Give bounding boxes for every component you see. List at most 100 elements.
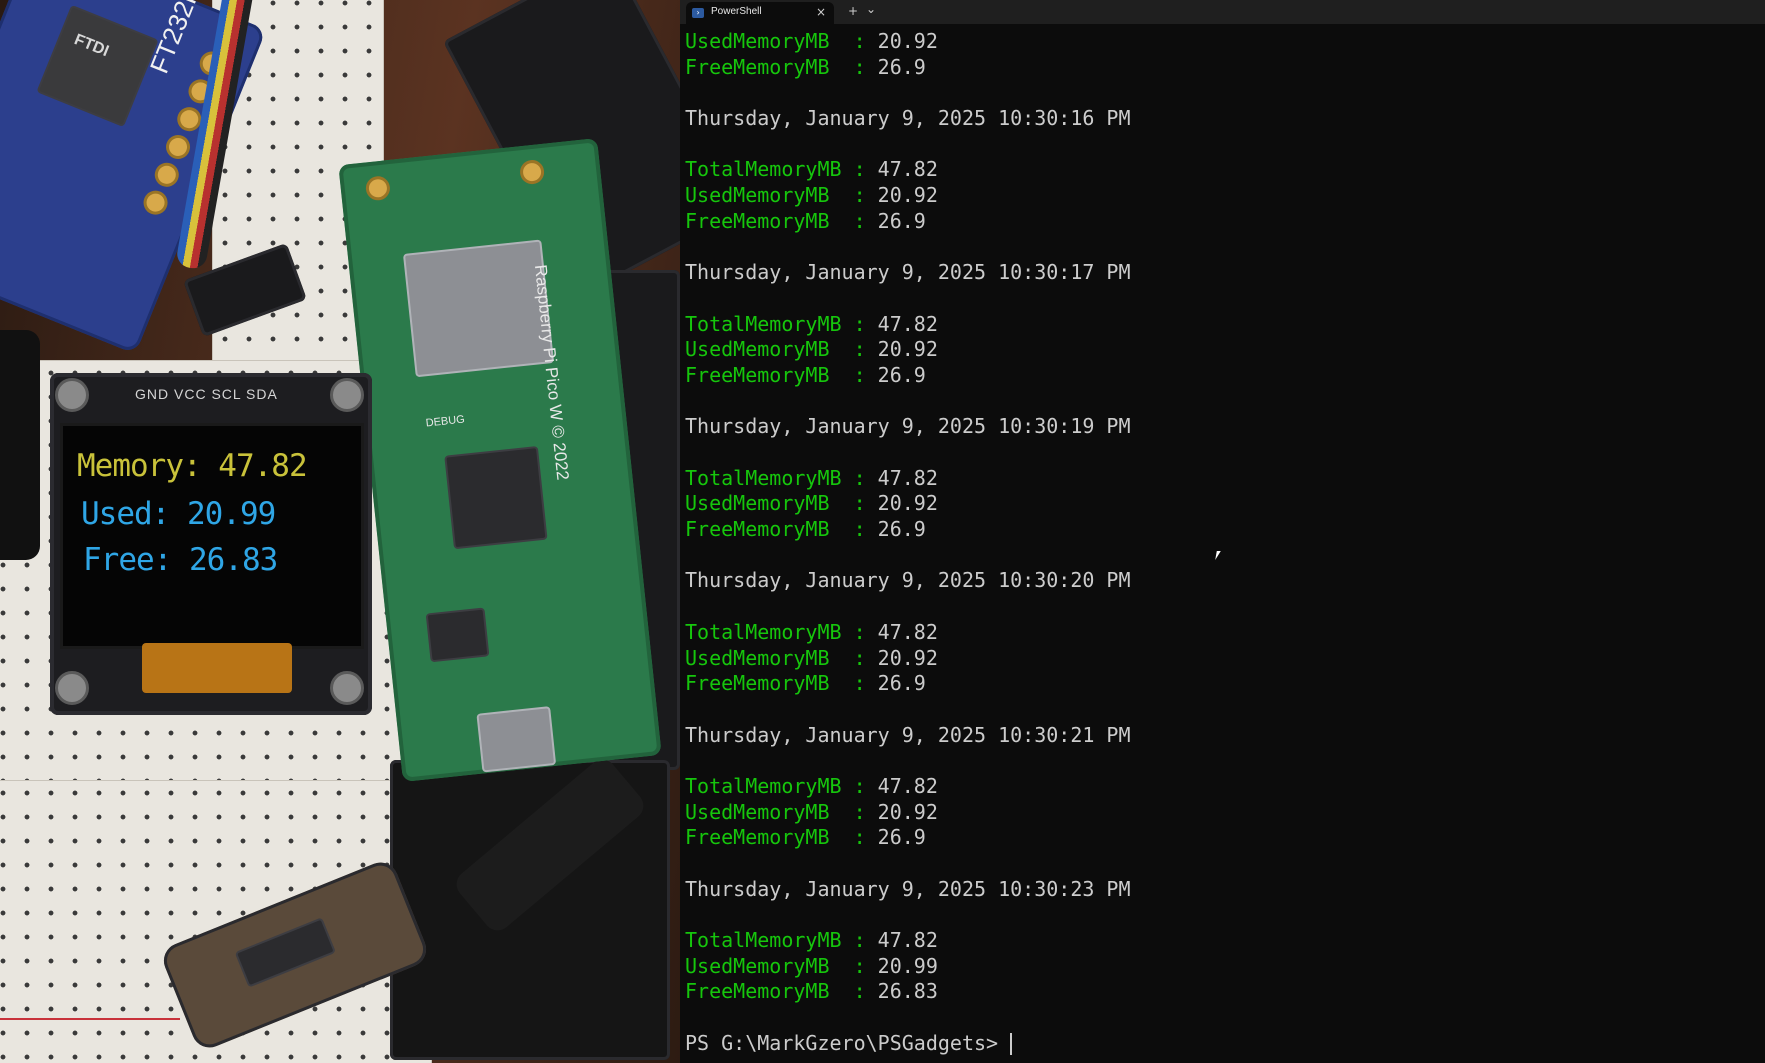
prompt-text: PS G:\MarkGzero\PSGadgets> — [685, 1030, 1011, 1055]
property-name: TotalMemoryMB : — [685, 157, 878, 182]
property-value: 26.9 — [877, 208, 926, 233]
property-name: UsedMemoryMB : — [685, 491, 878, 516]
property-value: 20.92 — [877, 491, 938, 516]
tab-powershell[interactable]: › PowerShell × — [686, 2, 834, 24]
property-value: 47.82 — [877, 157, 938, 182]
property-name: FreeMemoryMB : — [685, 54, 878, 79]
terminal-line-property: TotalMemoryMB : 47.82 — [685, 774, 1755, 800]
hardware-photo: FTDI FT232H DEBUG Raspberry Pi Pico W © … — [0, 0, 680, 1063]
terminal-line-timestamp: Thursday, January 9, 2025 10:30:23 PM — [685, 876, 1131, 901]
oled-flex-cable — [142, 643, 292, 693]
terminal-line-property: UsedMemoryMB : 20.92 — [685, 29, 1755, 55]
property-name: UsedMemoryMB : — [685, 799, 878, 824]
property-name: TotalMemoryMB : — [685, 619, 878, 644]
property-value: 20.92 — [877, 29, 938, 53]
oled-screen: Memory: 47.82 Used: 20.99 Free: 26.83 — [60, 423, 364, 649]
terminal-line-property: UsedMemoryMB : 20.92 — [685, 337, 1755, 363]
wifi-module-shield — [402, 239, 555, 378]
terminal-line-property: UsedMemoryMB : 20.92 — [685, 800, 1755, 826]
property-name: FreeMemoryMB : — [685, 362, 878, 387]
terminal-output[interactable]: UsedMemoryMB : 20.92 FreeMemoryMB : 26.9 T… — [685, 29, 1755, 1057]
terminal-line-timestamp: Thursday, January 9, 2025 10:30:20 PM — [685, 568, 1131, 593]
property-value: 47.82 — [877, 619, 938, 644]
property-value: 47.82 — [877, 465, 938, 490]
property-name: UsedMemoryMB : — [685, 183, 878, 208]
property-name: UsedMemoryMB : — [685, 29, 878, 53]
text-cursor — [1010, 1033, 1013, 1056]
terminal-line-timestamp: Thursday, January 9, 2025 10:30:16 PM — [685, 106, 1131, 131]
terminal-line-property: FreeMemoryMB : 26.9 — [685, 517, 1755, 543]
property-value: 20.92 — [877, 645, 938, 670]
property-value: 20.92 — [877, 799, 938, 824]
oled-mount-hole — [55, 671, 89, 705]
property-name: TotalMemoryMB : — [685, 773, 878, 798]
oled-mount-hole — [55, 378, 89, 412]
terminal-line-property: FreeMemoryMB : 26.83 — [685, 979, 1755, 1005]
terminal-line-property: UsedMemoryMB : 20.92 — [685, 491, 1755, 517]
new-tab-button[interactable]: + — [848, 4, 858, 18]
property-name: UsedMemoryMB : — [685, 953, 878, 978]
property-value: 20.92 — [877, 183, 938, 208]
property-value: 47.82 — [877, 928, 938, 953]
property-value: 20.99 — [877, 953, 938, 978]
property-value: 26.9 — [877, 362, 926, 387]
property-value: 20.92 — [877, 337, 938, 362]
property-name: TotalMemoryMB : — [685, 311, 878, 336]
breadboard-power-rail — [0, 1018, 180, 1020]
usb-cable — [0, 330, 40, 560]
terminal-line-property: FreeMemoryMB : 26.9 — [685, 671, 1755, 697]
terminal-line-property: TotalMemoryMB : 47.82 — [685, 157, 1755, 183]
property-value: 26.83 — [877, 979, 938, 1004]
close-icon[interactable]: × — [816, 5, 826, 19]
pico-debug-label: DEBUG — [425, 413, 466, 430]
terminal-line-property: FreeMemoryMB : 26.9 — [685, 209, 1755, 235]
property-name: UsedMemoryMB : — [685, 645, 878, 670]
tab-title: PowerShell — [711, 6, 762, 17]
terminal-line-property: TotalMemoryMB : 47.82 — [685, 312, 1755, 338]
terminal-line-property: FreeMemoryMB : 26.9 — [685, 825, 1755, 851]
property-name: FreeMemoryMB : — [685, 517, 878, 542]
property-value: 47.82 — [877, 773, 938, 798]
terminal-line-property: UsedMemoryMB : 20.99 — [685, 954, 1755, 980]
adapter-chip — [234, 917, 337, 988]
oled-display-module: GND VCC SCL SDA Memory: 47.82 Used: 20.9… — [50, 373, 372, 715]
chevron-down-icon[interactable]: ⌄ — [866, 2, 876, 16]
ftdi-chip: FTDI — [36, 4, 159, 128]
powershell-terminal-window[interactable]: › PowerShell × + ⌄ UsedMemoryMB : 20.92 F… — [680, 0, 1765, 1063]
property-name: UsedMemoryMB : — [685, 337, 878, 362]
property-value: 26.9 — [877, 517, 926, 542]
ftdi-pin — [139, 187, 172, 219]
powershell-icon: › — [692, 8, 704, 18]
oled-pin-header-label: GND VCC SCL SDA — [135, 386, 278, 402]
terminal-line-timestamp: Thursday, January 9, 2025 10:30:19 PM — [685, 414, 1131, 439]
oled-used-line: Used: 20.99 — [81, 496, 276, 532]
ftdi-chip-label: FTDI — [71, 31, 112, 61]
terminal-tab-bar: › PowerShell × + ⌄ — [680, 0, 1765, 24]
rp2040-chip — [444, 445, 548, 550]
terminal-line-property: TotalMemoryMB : 47.82 — [685, 620, 1755, 646]
terminal-line-property: FreeMemoryMB : 26.9 — [685, 55, 1755, 81]
terminal-prompt[interactable]: PS G:\MarkGzero\PSGadgets> — [685, 1031, 1755, 1057]
oled-mount-hole — [330, 378, 364, 412]
mounting-hole — [518, 158, 546, 186]
mounting-hole — [364, 175, 392, 202]
terminal-line-property: TotalMemoryMB : 47.82 — [685, 928, 1755, 954]
property-name: TotalMemoryMB : — [685, 465, 878, 490]
ftdi-pin — [151, 159, 183, 191]
terminal-line-timestamp: Thursday, January 9, 2025 10:30:21 PM — [685, 722, 1131, 747]
ftdi-pin — [162, 131, 194, 163]
oled-mount-hole — [330, 671, 364, 705]
property-value: 26.9 — [877, 54, 926, 79]
terminal-line-property: UsedMemoryMB : 20.92 — [685, 183, 1755, 209]
property-name: FreeMemoryMB : — [685, 979, 878, 1004]
